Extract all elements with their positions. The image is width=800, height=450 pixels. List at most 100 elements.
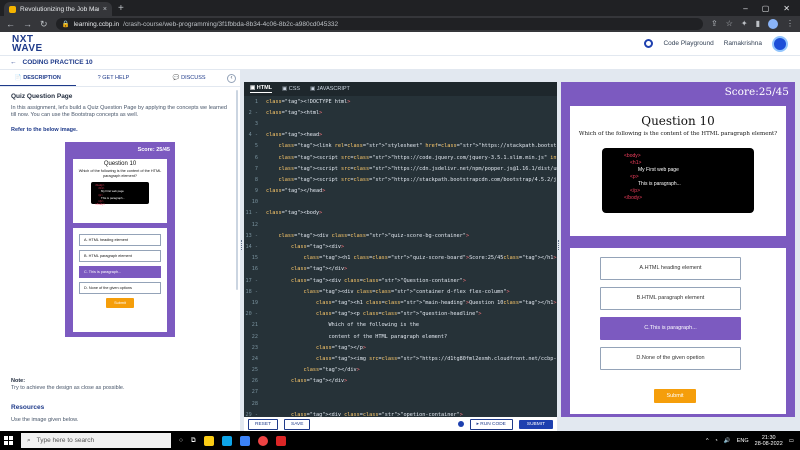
code-editor[interactable]: ▣ HTML ▣ CSS ▣ JAVASCRIPT 1 class="tag"><… xyxy=(244,82,558,420)
code-line[interactable]: 7 class="tag"><script src=class="str">"h… xyxy=(244,163,557,174)
code-line[interactable]: 19 class="tag"><h1 class=class="str">"ma… xyxy=(244,297,557,308)
option-c-button[interactable]: C.This is paragraph... xyxy=(600,317,741,340)
volume-icon[interactable]: 🔊 xyxy=(724,438,731,444)
minimize-icon[interactable]: – xyxy=(743,4,747,13)
code-line[interactable]: 6 class="tag"><script src=class="str">"h… xyxy=(244,152,557,163)
tray-chevron-icon[interactable]: ^ xyxy=(706,438,709,444)
back-arrow-icon[interactable]: ← xyxy=(10,59,17,66)
taskbar-search[interactable]: ⌕ Type here to search xyxy=(21,433,171,448)
code-line[interactable]: 5 class="tag"><link rel=class="str">"sty… xyxy=(244,141,557,152)
code-line[interactable]: 21 Which of the following is the xyxy=(244,320,557,331)
code-line[interactable]: 26 class="tag"></div> xyxy=(244,376,557,387)
option-b-button[interactable]: B.HTML paragraph element xyxy=(600,287,741,310)
code-line[interactable]: 20 - class="tag"><p class=class="str">"q… xyxy=(244,309,557,320)
menu-icon[interactable]: ⋮ xyxy=(786,19,794,29)
tab-html[interactable]: ▣ HTML xyxy=(250,85,273,93)
code-line[interactable]: 16 class="tag"></div> xyxy=(244,264,557,275)
maximize-icon[interactable]: ▢ xyxy=(762,4,770,13)
bookmark-star-icon[interactable]: ☆ xyxy=(726,19,733,29)
code-line[interactable]: 11 - class="tag"><body> xyxy=(244,208,557,219)
code-playground-link[interactable]: Code Playground xyxy=(663,40,713,47)
line-number: 27 xyxy=(251,389,258,396)
code-line[interactable]: 24 class="tag"><img src=class="str">"htt… xyxy=(244,353,557,364)
share-icon[interactable]: ⇪ xyxy=(711,19,718,29)
left-splitter-handle[interactable] xyxy=(241,240,243,250)
option-d-button[interactable]: D.None of the given opetion xyxy=(600,347,741,370)
code-line[interactable]: 13 - class="tag"><div class=class="str">… xyxy=(244,230,557,241)
username[interactable]: Ramakrishna xyxy=(724,40,762,47)
code-line[interactable]: 25 class="tag"></div> xyxy=(244,365,557,376)
mini-option: B. HTML paragraph element xyxy=(79,250,161,262)
store-icon[interactable] xyxy=(239,435,250,446)
collapse-panel-button[interactable]: ‹ xyxy=(227,73,237,83)
task-view-icon[interactable]: ⧉ xyxy=(191,437,196,445)
tab-css[interactable]: ▣ CSS xyxy=(282,86,300,92)
code-line[interactable]: 12 xyxy=(244,219,557,230)
notifications-icon[interactable]: ▭ xyxy=(789,438,794,444)
code-line[interactable]: 10 xyxy=(244,197,557,208)
profile-avatar-icon[interactable] xyxy=(768,19,778,29)
reset-button[interactable]: RESET xyxy=(248,418,278,430)
line-number: 28 xyxy=(251,400,258,407)
code-line[interactable]: 2 - class="tag"><html> xyxy=(244,107,557,118)
forward-icon[interactable]: → xyxy=(23,19,32,29)
nxtwave-logo[interactable]: NXT WAVE xyxy=(12,34,43,53)
streak-icon[interactable] xyxy=(644,39,654,48)
code-line[interactable]: 15 class="tag"><h1 class=class="str">"qu… xyxy=(244,253,557,264)
line-text: Which of the following is the xyxy=(266,322,420,329)
resources-text: Use the image given below. xyxy=(11,417,79,423)
file-explorer-icon[interactable] xyxy=(203,435,214,446)
language-indicator[interactable]: ENG xyxy=(737,438,749,444)
mini-question-text: Which of the following is the content of… xyxy=(78,169,162,178)
cortana-icon[interactable]: ○ xyxy=(179,437,183,444)
submit-code-button[interactable]: SUBMIT xyxy=(518,419,553,429)
lock-icon: 🔒 xyxy=(61,21,70,28)
close-tab-icon[interactable]: × xyxy=(103,6,107,13)
tab-get-help[interactable]: ? GET HELP xyxy=(76,71,152,85)
pdf-reader-icon[interactable] xyxy=(275,435,286,446)
url-field[interactable]: 🔒 learning.ccbp.in/crash-course/web-prog… xyxy=(55,18,704,30)
tab-discuss[interactable]: 💬 DISCUSS xyxy=(151,71,227,85)
description-heading: Quiz Question Page xyxy=(11,93,73,100)
run-code-button[interactable]: ▸ RUN CODE xyxy=(469,418,513,430)
code-line[interactable]: 27 xyxy=(244,387,557,398)
network-icon[interactable]: ◔ xyxy=(715,438,718,444)
save-button[interactable]: SAVE xyxy=(284,418,311,430)
preview-submit-button[interactable]: Submit xyxy=(654,389,696,403)
tab-description[interactable]: 📄 DESCRIPTION xyxy=(0,71,76,86)
dropbox-icon[interactable] xyxy=(221,435,232,446)
back-icon[interactable]: ← xyxy=(6,19,15,29)
mini-submit: Submit xyxy=(106,298,134,308)
right-splitter-handle[interactable] xyxy=(558,240,560,250)
new-tab-icon[interactable]: + xyxy=(118,2,124,16)
browser-tab[interactable]: Revolutionizing the Job Market | N × xyxy=(4,2,112,16)
tab-javascript[interactable]: ▣ JAVASCRIPT xyxy=(310,86,350,92)
clock[interactable]: 21:30 28-08-2022 xyxy=(755,435,783,447)
code-lines[interactable]: 1 class="tag"><!DOCTYPE html> 2 - class="ta… xyxy=(244,96,558,420)
extensions-icon[interactable]: ✦ xyxy=(741,19,748,29)
sidepanel-icon[interactable]: ▮ xyxy=(756,19,760,29)
code-line[interactable]: 9 class="tag"></head> xyxy=(244,186,557,197)
settings-gear-icon[interactable] xyxy=(457,421,464,427)
line-text: class="tag"><div> xyxy=(291,244,345,251)
tab-title: Revolutionizing the Job Market | N xyxy=(20,5,99,13)
code-line[interactable]: 1 class="tag"><!DOCTYPE html> xyxy=(244,96,557,107)
left-scrollbar[interactable] xyxy=(236,90,238,290)
code-line[interactable]: 18 - class="tag"><div class=class="str">… xyxy=(244,286,557,297)
chrome-icon[interactable] xyxy=(257,435,268,446)
code-line[interactable]: 8 class="tag"><script src=class="str">"h… xyxy=(244,174,557,185)
code-line[interactable]: 14 - class="tag"><div> xyxy=(244,241,557,252)
user-avatar[interactable] xyxy=(772,35,788,52)
code-line[interactable]: 4 - class="tag"><head> xyxy=(244,130,557,141)
code-line[interactable]: 28 xyxy=(244,398,557,409)
code-line[interactable]: 3 xyxy=(244,118,557,129)
code-line[interactable]: 23 class="tag"></p> xyxy=(244,342,557,353)
code-line[interactable]: 22 content of the HTML paragraph element… xyxy=(244,331,557,342)
mini-option: D. None of the given options xyxy=(79,282,161,294)
left-tabs: 📄 DESCRIPTION ? GET HELP 💬 DISCUSS ‹ xyxy=(0,70,240,87)
windows-start-icon[interactable] xyxy=(4,436,13,445)
option-a-button[interactable]: A.HTML heading element xyxy=(600,257,741,280)
close-window-icon[interactable]: ✕ xyxy=(783,4,790,13)
reload-icon[interactable]: ↻ xyxy=(40,19,48,30)
code-line[interactable]: 17 - class="tag"><div class=class="str">… xyxy=(244,275,557,286)
